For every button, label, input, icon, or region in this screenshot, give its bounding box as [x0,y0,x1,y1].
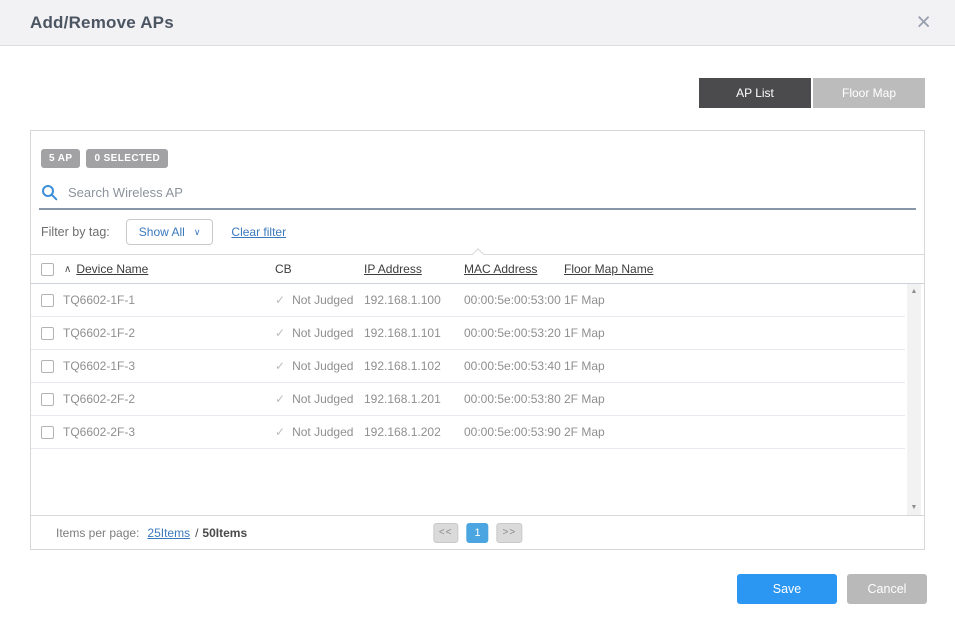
clear-filter-link[interactable]: Clear filter [231,225,286,239]
search-bar [39,180,916,210]
items-per-page-label: Items per page: [56,526,139,540]
items-per-page-25-link[interactable]: 25Items [147,526,190,540]
floor-map-cell: 2F Map [564,425,605,439]
table-row[interactable]: TQ6602-1F-2 ✓ Not Judged 192.168.1.101 00… [31,317,905,350]
table-scrollbar[interactable]: ▲ ▼ [907,284,921,515]
row-checkbox[interactable] [41,426,54,439]
table-row[interactable]: TQ6602-1F-3 ✓ Not Judged 192.168.1.102 00… [31,350,905,383]
column-header-mac-address[interactable]: MAC Address [464,262,537,276]
last-page-button[interactable]: >> [497,523,523,543]
mac-address-cell: 00:00:5e:00:53:90 [464,425,561,439]
first-page-button[interactable]: << [433,523,459,543]
dialog-title: Add/Remove APs [30,13,174,33]
save-button[interactable]: Save [737,574,837,604]
table-body: TQ6602-1F-1 ✓ Not Judged 192.168.1.100 00… [31,284,924,515]
device-name-cell: TQ6602-1F-1 [63,293,135,307]
row-checkbox[interactable] [41,294,54,307]
mac-address-cell: 00:00:5e:00:53:40 [464,359,561,373]
check-icon: ✓ [275,392,285,406]
ap-list-panel: 5 AP 0 SELECTED Filter by tag: Show All … [30,130,925,550]
cb-status-cell: Not Judged [292,359,353,373]
items-per-page-separator: / [195,526,198,540]
row-checkbox[interactable] [41,360,54,373]
selected-count-badge: 0 SELECTED [86,149,168,168]
ip-address-cell: 192.168.1.201 [364,392,441,406]
cancel-button[interactable]: Cancel [847,574,927,604]
device-name-cell: TQ6602-1F-3 [63,359,135,373]
summary-badges: 5 AP 0 SELECTED [41,149,924,168]
device-name-cell: TQ6602-2F-3 [63,425,135,439]
tag-filter-value: Show All [139,225,185,239]
mac-address-cell: 00:00:5e:00:53:80 [464,392,561,406]
ip-address-cell: 192.168.1.101 [364,326,441,340]
scroll-up-icon[interactable]: ▲ [911,288,918,295]
mac-address-cell: 00:00:5e:00:53:20 [464,326,561,340]
table-row[interactable]: TQ6602-1F-1 ✓ Not Judged 192.168.1.100 00… [31,284,905,317]
scroll-down-icon[interactable]: ▼ [911,504,918,511]
table-row[interactable]: TQ6602-2F-3 ✓ Not Judged 192.168.1.202 00… [31,416,905,449]
device-name-cell: TQ6602-2F-2 [63,392,135,406]
check-icon: ✓ [275,359,285,373]
ip-address-cell: 192.168.1.100 [364,293,441,307]
table-footer: Items per page: 25Items / 50Items << 1 >… [31,515,924,549]
cb-status-cell: Not Judged [292,392,353,406]
dialog-header: Add/Remove APs × [0,0,955,46]
sort-ascending-icon[interactable]: ∧ [64,264,71,275]
search-input[interactable] [68,185,916,200]
ip-address-cell: 192.168.1.102 [364,359,441,373]
floor-map-cell: 2F Map [564,392,605,406]
cb-status-cell: Not Judged [292,293,353,307]
select-all-checkbox[interactable] [41,263,54,276]
current-page-button[interactable]: 1 [467,523,489,543]
column-header-ip-address[interactable]: IP Address [364,262,422,276]
tag-filter-dropdown[interactable]: Show All ∨ [126,219,214,245]
cb-status-cell: Not Judged [292,425,353,439]
row-checkbox[interactable] [41,327,54,340]
column-header-floor-map-name[interactable]: Floor Map Name [564,262,653,276]
device-name-cell: TQ6602-1F-2 [63,326,135,340]
chevron-down-icon: ∨ [194,227,201,238]
row-checkbox[interactable] [41,393,54,406]
ip-address-cell: 192.168.1.202 [364,425,441,439]
floor-map-cell: 1F Map [564,326,605,340]
table-header: ∧ Device Name CB IP Address MAC Address … [31,254,924,284]
pagination: << 1 >> [433,523,522,543]
mac-address-cell: 00:00:5e:00:53:00 [464,293,561,307]
floor-map-cell: 1F Map [564,293,605,307]
close-icon[interactable]: × [916,10,931,35]
column-header-device-name[interactable]: Device Name [76,262,148,276]
check-icon: ✓ [275,293,285,307]
total-items-label: 50Items [202,526,247,540]
tab-ap-list[interactable]: AP List [699,78,811,108]
dialog-actions: Save Cancel [737,574,927,604]
column-header-cb: CB [275,262,292,276]
tab-floor-map[interactable]: Floor Map [813,78,925,108]
cb-status-cell: Not Judged [292,326,353,340]
view-tabs: AP List Floor Map [699,78,925,108]
search-icon [41,184,58,201]
floor-map-cell: 1F Map [564,359,605,373]
filter-by-tag-label: Filter by tag: [41,225,110,239]
table-row[interactable]: TQ6602-2F-2 ✓ Not Judged 192.168.1.201 00… [31,383,905,416]
check-icon: ✓ [275,326,285,340]
check-icon: ✓ [275,425,285,439]
ap-count-badge: 5 AP [41,149,80,168]
